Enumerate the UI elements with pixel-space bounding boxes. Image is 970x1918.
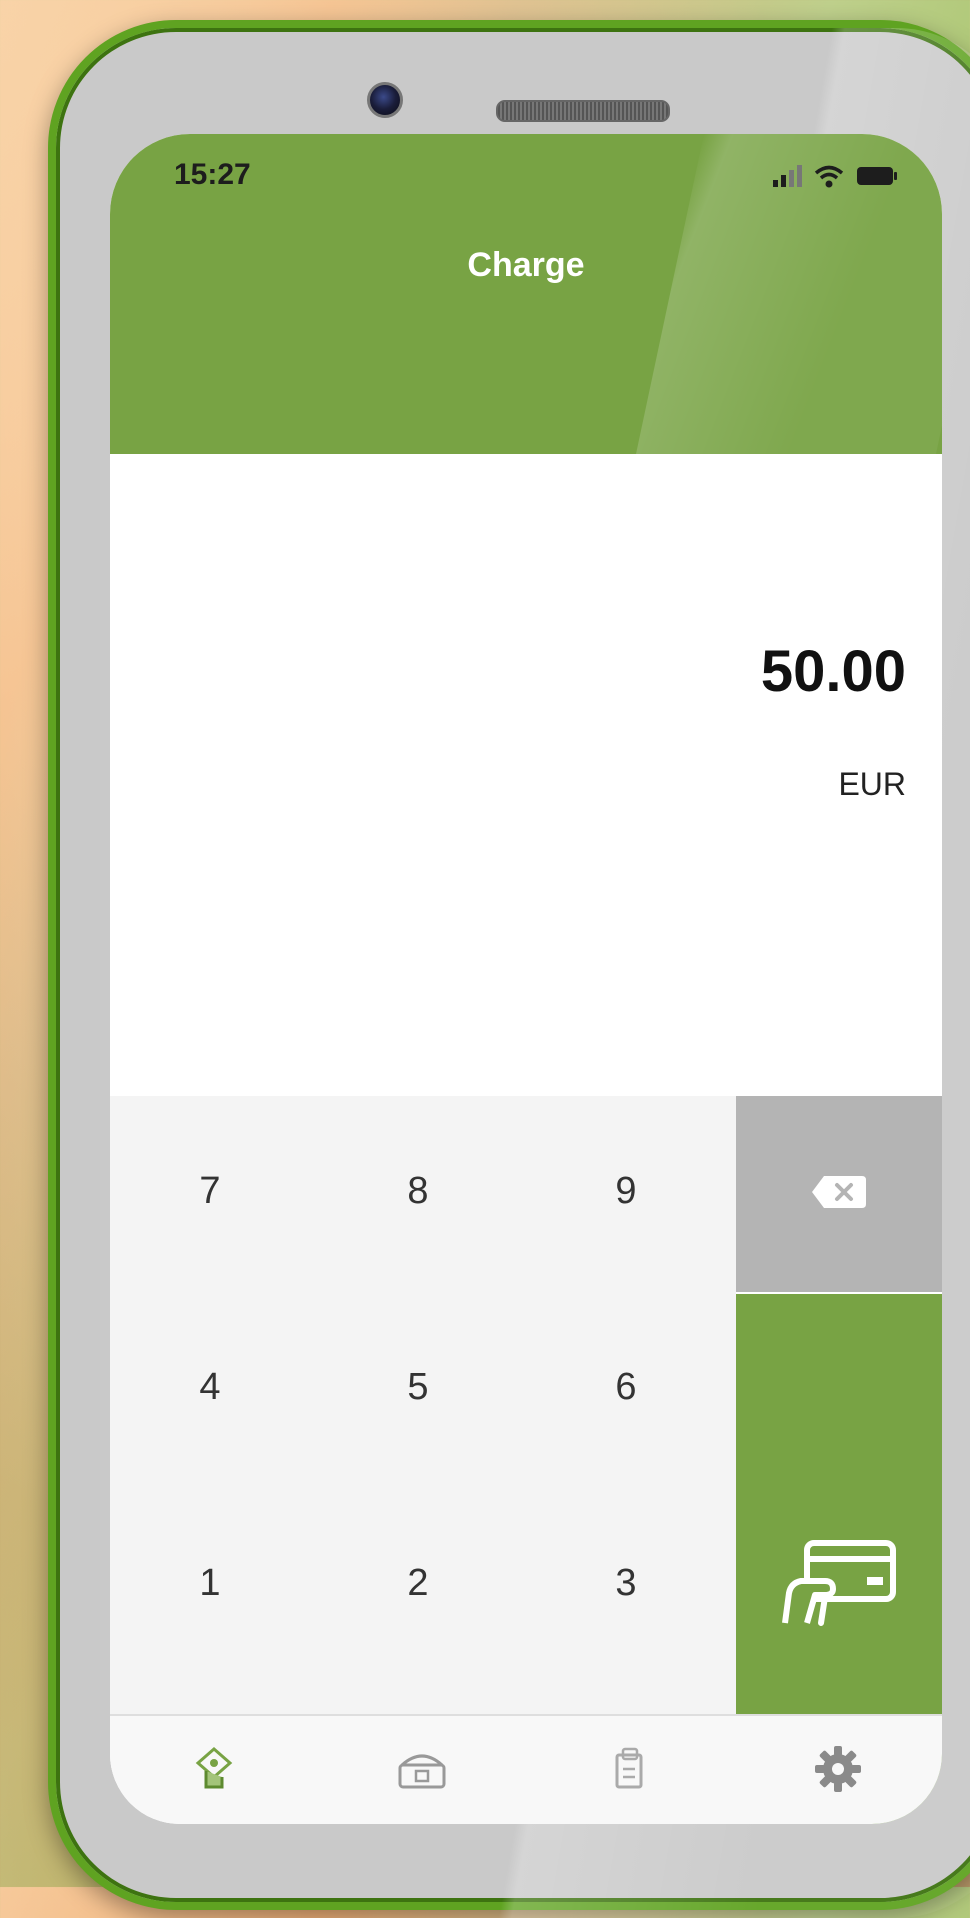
wifi-icon xyxy=(814,164,844,188)
key-9[interactable]: 9 xyxy=(526,1096,726,1286)
key-4[interactable]: 4 xyxy=(110,1292,310,1482)
amount-display: 50.00 EUR xyxy=(110,454,942,1096)
key-1[interactable]: 1 xyxy=(110,1488,310,1678)
receipts-tab-icon xyxy=(613,1747,647,1796)
backspace-button[interactable] xyxy=(736,1096,942,1292)
system-icons xyxy=(773,164,898,188)
key-7[interactable]: 7 xyxy=(110,1096,310,1286)
app-screen: 15:27 Charge 50.00 EUR 7 8 9 4 5 6 1 2 3 xyxy=(110,134,942,1824)
status-time: 15:27 xyxy=(174,158,251,191)
key-2[interactable]: 2 xyxy=(318,1488,518,1678)
register-tab-icon xyxy=(396,1749,448,1794)
page-title: Charge xyxy=(467,246,585,284)
front-camera xyxy=(367,82,403,118)
tab-charge[interactable] xyxy=(110,1716,318,1824)
key-6[interactable]: 6 xyxy=(526,1292,726,1482)
tab-settings[interactable] xyxy=(734,1716,942,1824)
tab-receipts[interactable] xyxy=(526,1716,734,1824)
header-bar: 15:27 Charge xyxy=(110,134,942,454)
earpiece-speaker xyxy=(496,100,670,122)
bottom-tab-bar xyxy=(110,1714,942,1824)
amount-value: 50.00 xyxy=(760,639,906,704)
key-5[interactable]: 5 xyxy=(318,1292,518,1482)
settings-gear-icon xyxy=(813,1744,863,1799)
tab-register[interactable] xyxy=(318,1716,526,1824)
charge-tab-icon xyxy=(192,1746,236,1796)
backspace-icon xyxy=(810,1174,868,1215)
currency-label: EUR xyxy=(838,766,906,802)
key-3[interactable]: 3 xyxy=(526,1488,726,1678)
battery-icon xyxy=(856,165,898,187)
card-payment-icon xyxy=(779,1533,899,1638)
key-8[interactable]: 8 xyxy=(318,1096,518,1286)
signal-icon xyxy=(773,165,802,187)
